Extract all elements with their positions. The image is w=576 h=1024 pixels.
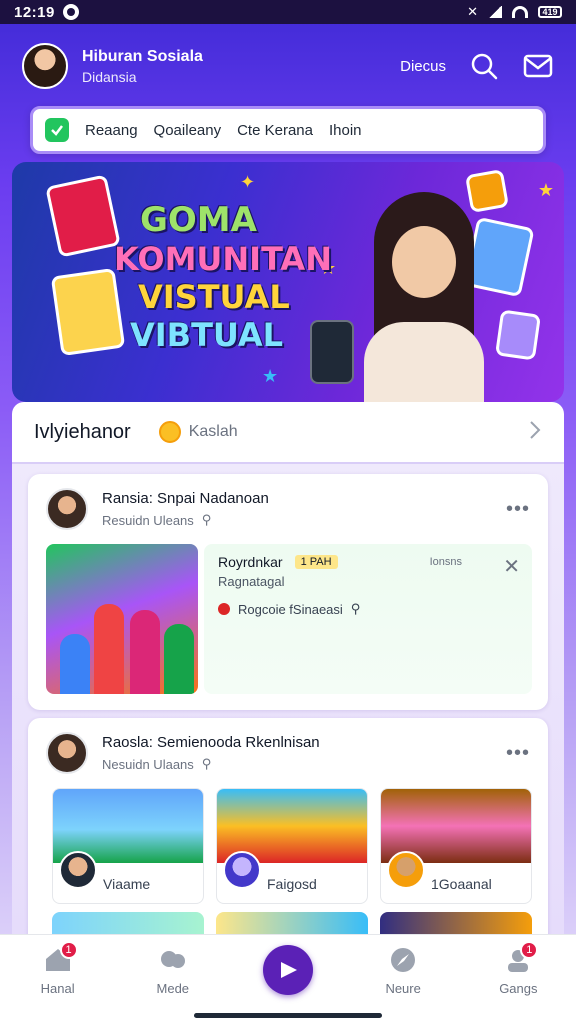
battery-level: 419 <box>542 7 558 17</box>
header-actions: Diecus <box>400 50 554 82</box>
thumbnail-avatar <box>59 851 97 889</box>
banner-line-1: GOMA <box>140 200 257 240</box>
more-icon[interactable]: ••• <box>506 742 530 765</box>
banner-person-illustration <box>354 192 494 402</box>
feed-post[interactable]: Ransia: Snpai Nadanoan Resuidn Uleans ⚲ … <box>28 474 548 710</box>
notification-badge: 1 <box>520 941 539 959</box>
phone-illustration <box>310 320 354 384</box>
live-dot-icon <box>218 603 230 615</box>
person-icon: ⚲ <box>350 601 361 616</box>
post-header: Raosla: Semienooda Rkenlnisan Nesuidn Ul… <box>46 730 530 776</box>
card-title-row: Royrdnkar 1 PAH <box>218 554 518 570</box>
nav-item-explore[interactable]: Neure <box>363 945 443 996</box>
coin-icon <box>158 421 181 443</box>
post-author-name[interactable]: Raosla: Semienooda Rkenlnisan <box>102 734 320 751</box>
card-line-text: Rogcoie fSinaeasi <box>238 601 343 617</box>
post-header: Ransia: Snpai Nadanoan Resuidn Uleans ⚲ … <box>46 486 530 532</box>
person-icon: ⚲ <box>201 512 212 527</box>
more-icon[interactable]: ••• <box>506 498 530 521</box>
section-header[interactable]: Ivlyiehanor Kaslah <box>12 402 564 464</box>
card-line: Rogcoie fSinaeasi ⚲ <box>218 601 518 617</box>
nav-label: Mede <box>156 981 190 996</box>
post-author-avatar[interactable] <box>46 732 88 774</box>
post-meta-text: Nesuidn Ulaans <box>102 756 194 772</box>
post-meta: Raosla: Semienooda Rkenlnisan Nesuidn Ul… <box>102 734 320 772</box>
header-text: Hiburan Sosiala Didansia <box>82 48 203 85</box>
post-author-name[interactable]: Ransia: Snpai Nadanoan <box>102 490 269 507</box>
thumbnail-card[interactable]: Viaame <box>52 788 204 904</box>
app-root: 12:19 ✕ 419 Hiburan Sosiala Didansia Die… <box>0 0 576 1024</box>
bottom-nav: 1 Hanal Mede Neure 1 Gangs <box>0 934 576 1024</box>
status-bar: 12:19 ✕ 419 <box>0 0 576 24</box>
mail-icon[interactable] <box>522 50 554 82</box>
post-meta-text: Resuidn Uleans <box>102 512 194 528</box>
wifi-icon <box>512 6 528 18</box>
star-icon: ★ <box>537 180 554 200</box>
app-subtitle: Didansia <box>82 68 137 85</box>
signal-icon <box>488 6 502 18</box>
app-title: Hiburan Sosiala <box>82 47 203 65</box>
compass-icon <box>388 945 418 975</box>
post-author-avatar[interactable] <box>46 488 88 530</box>
banner-line-4: VIBTUAL <box>130 316 284 354</box>
banner-card-art <box>494 309 542 361</box>
check-icon[interactable] <box>45 118 69 142</box>
card-badge: 1 PAH <box>294 555 338 569</box>
status-time: 12:19 <box>14 3 55 21</box>
filter-chip-2[interactable]: Qoaileany <box>154 122 222 139</box>
thumbnail-row: Viaame Faigosd 1Goaanal <box>52 788 540 904</box>
nav-item-groups[interactable]: 1 Gangs <box>478 941 558 996</box>
post-link-card[interactable]: Royrdnkar 1 PAH Ragnatagal Rogcoie fSina… <box>204 544 532 694</box>
card-subtitle: Ragnatagal <box>218 574 285 589</box>
person-icon: ⚲ <box>201 756 212 771</box>
status-icons: ✕ 419 <box>467 4 562 20</box>
battery-icon: 419 <box>538 6 562 18</box>
star-icon: ★ <box>262 366 279 386</box>
card-aux-text: Ionsns <box>429 556 462 568</box>
thumbnail-avatar <box>223 851 261 889</box>
nav-item-home[interactable]: 1 Hanal <box>18 941 98 996</box>
play-icon[interactable] <box>262 945 313 995</box>
banner-card-art <box>50 267 126 357</box>
nav-item-play[interactable] <box>248 945 328 995</box>
profile-avatar[interactable] <box>22 43 68 89</box>
filter-chip-4[interactable]: Ihoin <box>329 122 362 139</box>
promo-banner[interactable]: ✦ ★ ★ ★ GOMA KOMUNITAN VISTUAL VIBTUAL <box>12 162 564 402</box>
nav-label: Gangs <box>499 981 538 996</box>
discover-link[interactable]: Diecus <box>400 58 446 75</box>
post-meta: Ransia: Snpai Nadanoan Resuidn Uleans ⚲ <box>102 490 269 528</box>
star-icon: ✦ <box>240 172 256 192</box>
thumbnail-avatar <box>387 851 425 889</box>
feed: Ransia: Snpai Nadanoan Resuidn Uleans ⚲ … <box>12 464 564 1018</box>
close-icon[interactable]: ✕ <box>503 554 520 579</box>
section-tag[interactable]: Kaslah <box>189 423 238 441</box>
section-title: Ivlyiehanor <box>34 420 131 443</box>
nav-item-media[interactable]: Mede <box>133 945 213 996</box>
chevron-right-icon[interactable] <box>528 419 542 446</box>
mute-icon: ✕ <box>467 4 478 19</box>
thumbnail-card[interactable]: Faigosd <box>216 788 368 904</box>
post-subline: Resuidn Uleans ⚲ <box>102 512 269 528</box>
post-subline: Nesuidn Ulaans ⚲ <box>102 756 320 772</box>
banner-line-2: KOMUNITAN <box>114 240 332 278</box>
home-indicator[interactable] <box>194 1013 382 1018</box>
media-icon <box>158 945 188 975</box>
banner-card-art <box>45 174 121 258</box>
post-body: Royrdnkar 1 PAH Ragnatagal Rogcoie fSina… <box>46 544 532 694</box>
banner-line-3: VISTUAL <box>138 278 290 316</box>
filter-chip-1[interactable]: Reaang <box>85 122 138 139</box>
filter-chip-3[interactable]: Cte Kerana <box>237 122 313 139</box>
nav-label: Neure <box>385 981 421 996</box>
post-image[interactable] <box>46 544 198 694</box>
search-icon[interactable] <box>468 50 500 82</box>
card-title: Royrdnkar <box>218 554 283 570</box>
thumbnail-card[interactable]: 1Goaanal <box>380 788 532 904</box>
notification-badge: 1 <box>59 941 78 959</box>
filter-bar[interactable]: Reaang Qoaileany Cte Kerana Ihoin <box>30 106 546 154</box>
nav-label: Hanal <box>40 981 75 996</box>
notification-icon <box>62 4 79 20</box>
app-header: Hiburan Sosiala Didansia Diecus <box>22 38 554 94</box>
